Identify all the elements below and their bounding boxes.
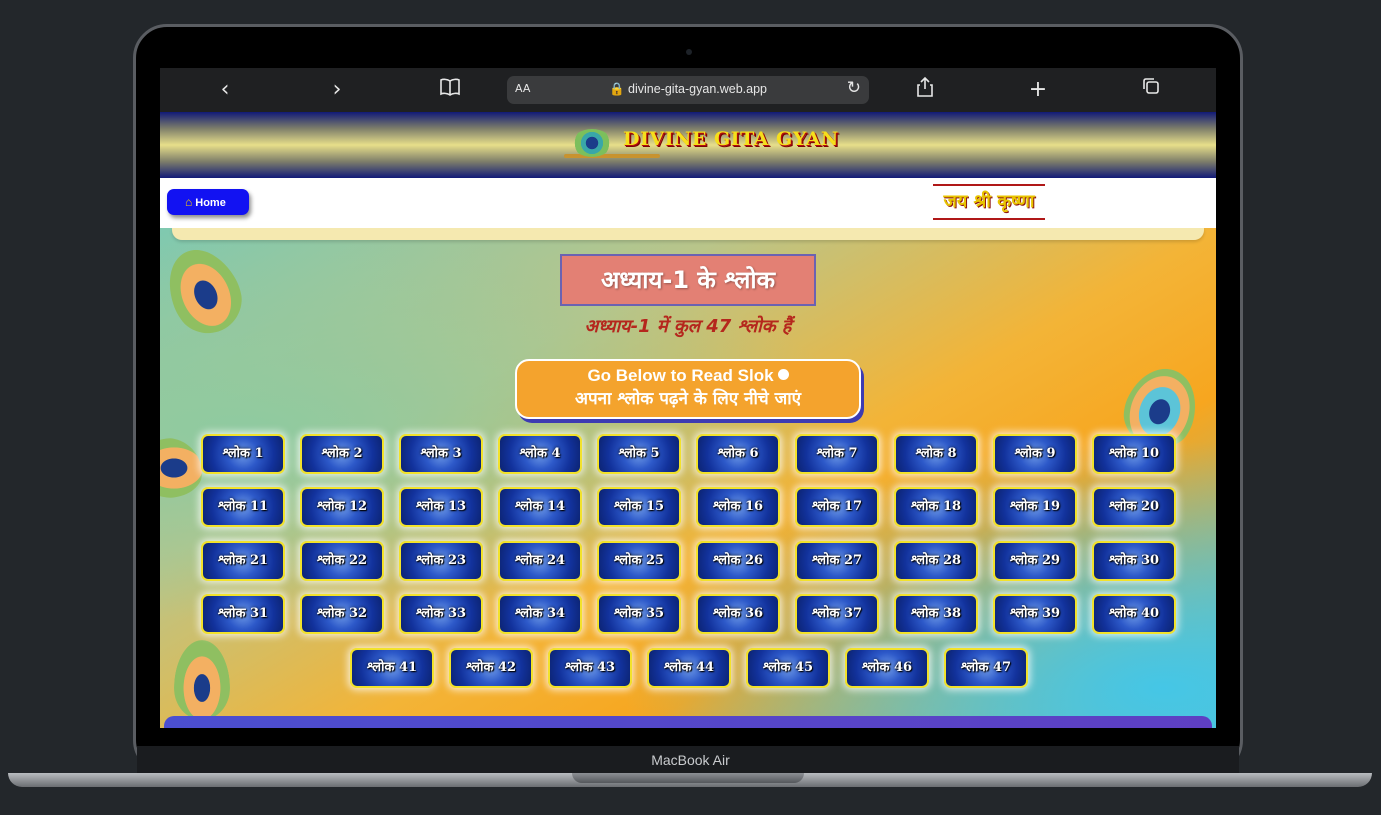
sloka-button[interactable]: श्लोक 45 — [746, 648, 830, 688]
sloka-button[interactable]: श्लोक 27 — [795, 541, 879, 581]
sloka-button[interactable]: श्लोक 21 — [201, 541, 285, 581]
sloka-button[interactable]: श्लोक 23 — [399, 541, 483, 581]
sloka-button[interactable]: श्लोक 14 — [498, 487, 582, 527]
sloka-button[interactable]: श्लोक 17 — [795, 487, 879, 527]
sloka-button[interactable]: श्लोक 43 — [548, 648, 632, 688]
sloka-button[interactable]: श्लोक 42 — [449, 648, 533, 688]
sloka-button[interactable]: श्लोक 36 — [696, 594, 780, 634]
reload-icon[interactable]: ↻ — [847, 78, 861, 98]
sloka-button[interactable]: श्लोक 32 — [300, 594, 384, 634]
sloka-button[interactable]: श्लोक 29 — [993, 541, 1077, 581]
sloka-button[interactable]: श्लोक 10 — [1092, 434, 1176, 474]
chevron-left-icon[interactable]: ‹ — [210, 76, 240, 104]
sloka-button[interactable]: श्लोक 18 — [894, 487, 978, 527]
sloka-button[interactable]: श्लोक 22 — [300, 541, 384, 581]
sloka-button[interactable]: श्लोक 16 — [696, 487, 780, 527]
browser-screen: ‹ › AA 🔒 divine-gita-gyan.web.app ↻ + DI… — [160, 68, 1216, 728]
camera-icon — [686, 49, 692, 55]
home-button[interactable]: ⌂ Home — [167, 189, 249, 215]
sloka-button[interactable]: श्लोक 7 — [795, 434, 879, 474]
browser-toolbar: ‹ › AA 🔒 divine-gita-gyan.web.app ↻ + — [160, 68, 1216, 112]
sloka-button[interactable]: श्लोक 26 — [696, 541, 780, 581]
device-label: MacBook Air — [651, 752, 730, 768]
laptop-notch — [572, 773, 804, 783]
sloka-button[interactable]: श्लोक 35 — [597, 594, 681, 634]
sloka-button[interactable]: श्लोक 37 — [795, 594, 879, 634]
sloka-button[interactable]: श्लोक 30 — [1092, 541, 1176, 581]
lock-icon: 🔒 — [608, 82, 625, 96]
tabs-icon[interactable] — [1136, 76, 1166, 104]
content-bottom-strip — [164, 716, 1212, 728]
sloka-button[interactable]: श्लोक 11 — [201, 487, 285, 527]
sloka-button[interactable]: श्लोक 34 — [498, 594, 582, 634]
home-icon: ⌂ — [185, 195, 193, 209]
sloka-button[interactable]: श्लोक 15 — [597, 487, 681, 527]
home-label: Home — [195, 197, 226, 209]
sloka-button[interactable]: श्लोक 13 — [399, 487, 483, 527]
sloka-button[interactable]: श्लोक 1 — [201, 434, 285, 474]
sloka-button[interactable]: श्लोक 24 — [498, 541, 582, 581]
sloka-button[interactable]: श्लोक 33 — [399, 594, 483, 634]
greeting-text: जय श्री कृष्णा — [933, 184, 1045, 220]
share-icon[interactable] — [910, 76, 940, 106]
book-icon[interactable] — [435, 76, 465, 104]
sloka-button[interactable]: श्लोक 46 — [845, 648, 929, 688]
sloka-button[interactable]: श्लोक 2 — [300, 434, 384, 474]
sloka-button[interactable]: श्लोक 39 — [993, 594, 1077, 634]
main-content: अध्याय-1 के श्लोक अध्याय-1 में कुल 47 श्… — [160, 228, 1216, 728]
chevron-right-icon[interactable]: › — [322, 76, 352, 104]
sloka-button[interactable]: श्लोक 44 — [647, 648, 731, 688]
sloka-button[interactable]: श्लोक 5 — [597, 434, 681, 474]
sloka-button[interactable]: श्लोक 41 — [350, 648, 434, 688]
sloka-button[interactable]: श्लोक 47 — [944, 648, 1028, 688]
sloka-button[interactable]: श्लोक 28 — [894, 541, 978, 581]
sloka-button[interactable]: श्लोक 12 — [300, 487, 384, 527]
sloka-button[interactable]: श्लोक 40 — [1092, 594, 1176, 634]
peacock-feather-icon — [572, 129, 612, 157]
plus-icon[interactable]: + — [1023, 76, 1053, 104]
url-display[interactable]: 🔒 divine-gita-gyan.web.app — [507, 82, 869, 97]
sloka-button[interactable]: श्लोक 3 — [399, 434, 483, 474]
sloka-button[interactable]: श्लोक 8 — [894, 434, 978, 474]
site-brand[interactable]: DIVINE GITA GYAN — [623, 128, 839, 150]
navbar: ⌂ Home जय श्री कृष्णा — [160, 178, 1216, 228]
url-text: divine-gita-gyan.web.app — [628, 82, 768, 96]
sloka-button[interactable]: श्लोक 19 — [993, 487, 1077, 527]
flute-icon — [564, 154, 660, 158]
sloka-button[interactable]: श्लोक 31 — [201, 594, 285, 634]
sloka-button[interactable]: श्लोक 4 — [498, 434, 582, 474]
sloka-button[interactable]: श्लोक 25 — [597, 541, 681, 581]
sloka-grid: श्लोक 1 श्लोक 2 श्लोक 3 श्लोक 4 श्लोक 5 श्लोक… — [160, 228, 1216, 728]
sloka-button[interactable]: श्लोक 20 — [1092, 487, 1176, 527]
sloka-button[interactable]: श्लोक 6 — [696, 434, 780, 474]
address-bar[interactable]: AA 🔒 divine-gita-gyan.web.app ↻ — [507, 76, 869, 104]
sloka-button[interactable]: श्लोक 38 — [894, 594, 978, 634]
sloka-button[interactable]: श्लोक 9 — [993, 434, 1077, 474]
